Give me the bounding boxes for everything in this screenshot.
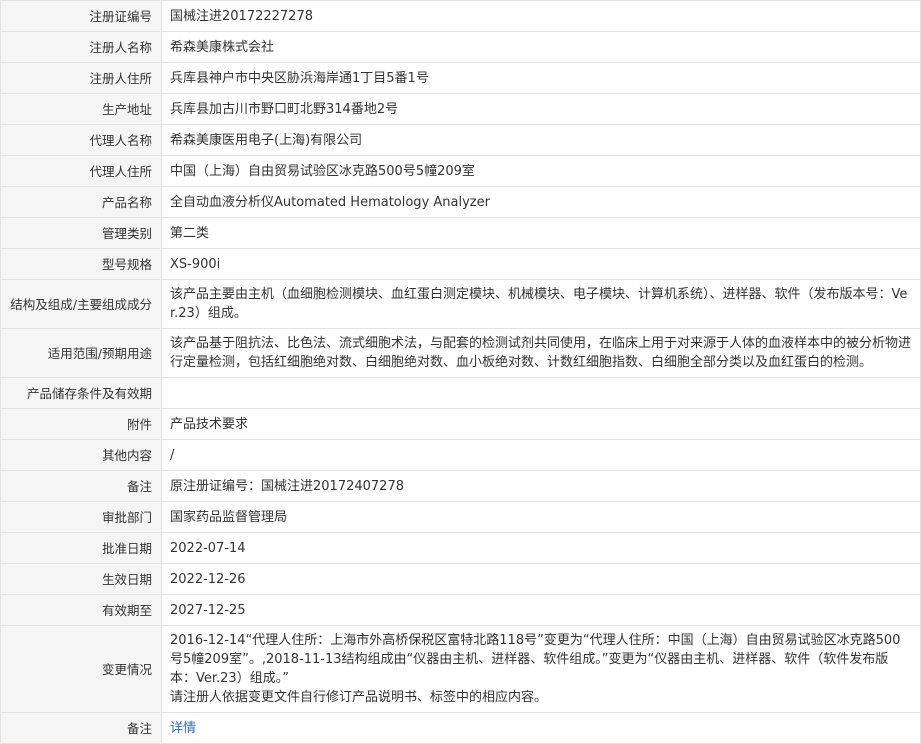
value-registration-number: 国械注进20172227278: [161, 0, 921, 32]
row-structure-composition: 结构及组成/主要组成成分 该产品主要由主机（血细胞检测模块、血红蛋白测定模块、机…: [0, 279, 921, 329]
value-structure-composition: 该产品主要由主机（血细胞检测模块、血红蛋白测定模块、机械模块、电子模块、计算机系…: [161, 279, 921, 329]
value-notes: 详情: [161, 712, 921, 744]
value-intended-use: 该产品基于阻抗法、比色法、流式细胞术法，与配套的检测试剂共同使用，在临床上用于对…: [161, 328, 921, 378]
label-notes: 备注: [0, 712, 162, 744]
label-change-history: 变更情况: [0, 625, 162, 713]
value-change-history: 2016-12-14“代理人住所：上海市外高桥保税区富特北路118号”变更为“代…: [161, 625, 921, 713]
value-management-category: 第二类: [161, 217, 921, 249]
label-management-category: 管理类别: [0, 217, 162, 249]
change-history-text: 2016-12-14“代理人住所：上海市外高桥保税区富特北路118号”变更为“代…: [170, 633, 901, 686]
label-expiry-date: 有效期至: [0, 594, 162, 626]
label-registrant-name: 注册人名称: [0, 31, 162, 63]
row-change-history: 变更情况 2016-12-14“代理人住所：上海市外高桥保税区富特北路118号”…: [0, 625, 921, 713]
row-registration-number: 注册证编号 国械注进20172227278: [0, 0, 921, 32]
row-approval-department: 审批部门 国家药品监督管理局: [0, 501, 921, 533]
value-registrant-address: 兵库县神户市中央区胁浜海岸通1丁目5番1号: [161, 62, 921, 94]
value-expiry-date: 2027-12-25: [161, 594, 921, 626]
value-attachment: 产品技术要求: [161, 408, 921, 440]
change-history-instruction: 请注册人依据变更文件自行修订产品说明书、标签中的相应内容。: [170, 690, 548, 705]
label-registrant-address: 注册人住所: [0, 62, 162, 94]
row-model-spec: 型号规格 XS-900i: [0, 248, 921, 280]
row-effective-date: 生效日期 2022-12-26: [0, 563, 921, 595]
registration-info-table: 注册证编号 国械注进20172227278 注册人名称 希森美康株式会社 注册人…: [0, 0, 921, 744]
label-agent-name: 代理人名称: [0, 124, 162, 156]
row-registrant-address: 注册人住所 兵库县神户市中央区胁浜海岸通1丁目5番1号: [0, 62, 921, 94]
row-remarks: 备注 原注册证编号：国械注进20172407278: [0, 470, 921, 502]
row-agent-name: 代理人名称 希森美康医用电子(上海)有限公司: [0, 124, 921, 156]
label-intended-use: 适用范围/预期用途: [0, 328, 162, 378]
label-other-content: 其他内容: [0, 439, 162, 471]
value-model-spec: XS-900i: [161, 248, 921, 280]
row-other-content: 其他内容 /: [0, 439, 921, 471]
label-approval-date: 批准日期: [0, 532, 162, 564]
label-agent-address: 代理人住所: [0, 155, 162, 187]
row-attachment: 附件 产品技术要求: [0, 408, 921, 440]
value-registrant-name: 希森美康株式会社: [161, 31, 921, 63]
label-production-address: 生产地址: [0, 93, 162, 125]
value-other-content: /: [161, 439, 921, 471]
label-remarks: 备注: [0, 470, 162, 502]
label-structure-composition: 结构及组成/主要组成成分: [0, 279, 162, 329]
value-approval-department: 国家药品监督管理局: [161, 501, 921, 533]
value-production-address: 兵库县加古川市野口町北野314番地2号: [161, 93, 921, 125]
value-agent-address: 中国（上海）自由贸易试验区冰克路500号5幢209室: [161, 155, 921, 187]
label-attachment: 附件: [0, 408, 162, 440]
row-notes: 备注 详情: [0, 712, 921, 744]
row-agent-address: 代理人住所 中国（上海）自由贸易试验区冰克路500号5幢209室: [0, 155, 921, 187]
value-product-name: 全自动血液分析仪Automated Hematology Analyzer: [161, 186, 921, 218]
details-link[interactable]: 详情: [170, 721, 196, 736]
value-remarks: 原注册证编号：国械注进20172407278: [161, 470, 921, 502]
label-product-name: 产品名称: [0, 186, 162, 218]
label-storage-conditions: 产品储存条件及有效期: [0, 377, 162, 409]
row-storage-conditions: 产品储存条件及有效期: [0, 377, 921, 409]
value-storage-conditions: [161, 377, 921, 409]
row-expiry-date: 有效期至 2027-12-25: [0, 594, 921, 626]
row-production-address: 生产地址 兵库县加古川市野口町北野314番地2号: [0, 93, 921, 125]
label-registration-number: 注册证编号: [0, 0, 162, 32]
row-registrant-name: 注册人名称 希森美康株式会社: [0, 31, 921, 63]
value-agent-name: 希森美康医用电子(上海)有限公司: [161, 124, 921, 156]
label-approval-department: 审批部门: [0, 501, 162, 533]
value-approval-date: 2022-07-14: [161, 532, 921, 564]
value-effective-date: 2022-12-26: [161, 563, 921, 595]
row-intended-use: 适用范围/预期用途 该产品基于阻抗法、比色法、流式细胞术法，与配套的检测试剂共同…: [0, 328, 921, 378]
row-approval-date: 批准日期 2022-07-14: [0, 532, 921, 564]
row-product-name: 产品名称 全自动血液分析仪Automated Hematology Analyz…: [0, 186, 921, 218]
row-management-category: 管理类别 第二类: [0, 217, 921, 249]
label-effective-date: 生效日期: [0, 563, 162, 595]
label-model-spec: 型号规格: [0, 248, 162, 280]
